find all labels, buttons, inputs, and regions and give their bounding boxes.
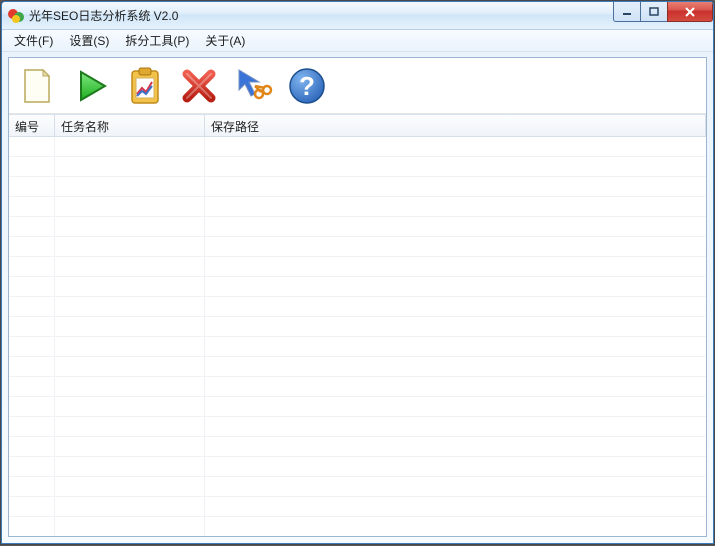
menu-settings[interactable]: 设置(S) (61, 30, 117, 51)
content-frame: ? 编号 任务名称 保存路径 (2, 52, 713, 543)
maximize-button[interactable] (640, 2, 668, 22)
minimize-icon (622, 7, 632, 17)
table-row[interactable] (9, 217, 706, 237)
table-row[interactable] (9, 157, 706, 177)
window-title: 光年SEO日志分析系统 V2.0 (29, 7, 178, 24)
delete-button[interactable] (177, 64, 221, 108)
delete-x-icon (179, 66, 219, 106)
table-row[interactable] (9, 177, 706, 197)
run-button[interactable] (69, 64, 113, 108)
table-row[interactable] (9, 257, 706, 277)
table-row[interactable] (9, 437, 706, 457)
col-save-path[interactable]: 保存路径 (205, 115, 706, 136)
table-header: 编号 任务名称 保存路径 (9, 115, 706, 137)
maximize-icon (649, 7, 659, 17)
table-row[interactable] (9, 517, 706, 536)
svg-text:?: ? (299, 71, 315, 101)
table-row[interactable] (9, 197, 706, 217)
report-button[interactable] (123, 64, 167, 108)
col-task-name[interactable]: 任务名称 (55, 115, 205, 136)
table-row[interactable] (9, 317, 706, 337)
close-icon (684, 7, 696, 17)
help-icon: ? (287, 66, 327, 106)
new-document-icon (17, 66, 57, 106)
titlebar[interactable]: 光年SEO日志分析系统 V2.0 (2, 2, 713, 30)
app-window: 光年SEO日志分析系统 V2.0 文件(F) 设置(S) 拆分工具(P) 关于(… (1, 1, 714, 544)
table-row[interactable] (9, 137, 706, 157)
window-controls (614, 2, 713, 22)
table-row[interactable] (9, 357, 706, 377)
new-document-button[interactable] (15, 64, 59, 108)
table-row[interactable] (9, 497, 706, 517)
play-icon (71, 66, 111, 106)
menu-about[interactable]: 关于(A) (197, 30, 253, 51)
table-row[interactable] (9, 397, 706, 417)
table-row[interactable] (9, 237, 706, 257)
inner-panel: ? 编号 任务名称 保存路径 (8, 57, 707, 537)
table-row[interactable] (9, 457, 706, 477)
close-button[interactable] (667, 2, 713, 22)
toolbar: ? (9, 58, 706, 114)
table-row[interactable] (9, 477, 706, 497)
minimize-button[interactable] (613, 2, 641, 22)
table-row[interactable] (9, 337, 706, 357)
split-cursor-button[interactable] (231, 64, 275, 108)
menu-split-tool[interactable]: 拆分工具(P) (117, 30, 197, 51)
table-row[interactable] (9, 277, 706, 297)
help-button[interactable]: ? (285, 64, 329, 108)
table-body[interactable] (9, 137, 706, 536)
clipboard-chart-icon (125, 66, 165, 106)
col-id[interactable]: 编号 (9, 115, 55, 136)
menubar: 文件(F) 设置(S) 拆分工具(P) 关于(A) (2, 30, 713, 52)
menu-file[interactable]: 文件(F) (6, 30, 61, 51)
table-row[interactable] (9, 417, 706, 437)
task-table: 编号 任务名称 保存路径 (9, 114, 706, 536)
table-row[interactable] (9, 297, 706, 317)
app-icon (8, 8, 24, 24)
cursor-scissors-icon (233, 66, 273, 106)
table-row[interactable] (9, 377, 706, 397)
